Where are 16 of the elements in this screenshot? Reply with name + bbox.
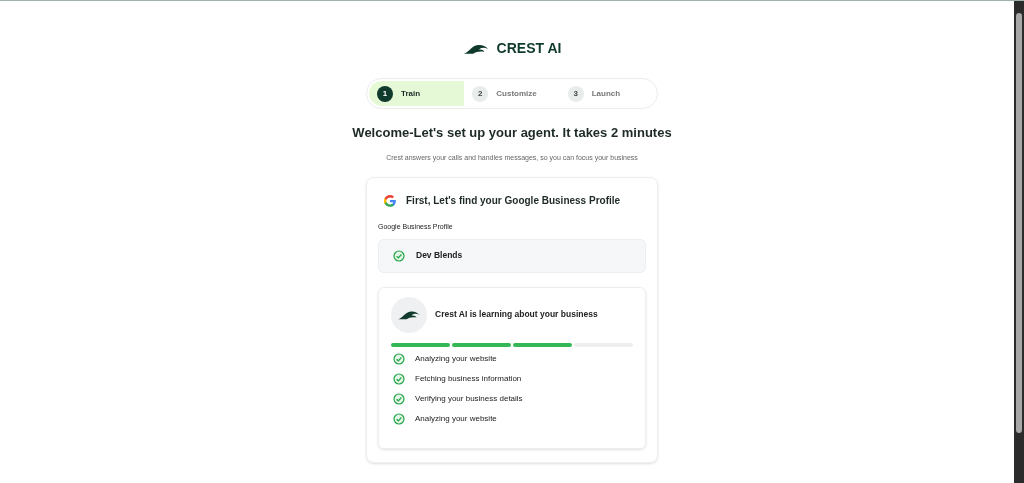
card-title: First, Let's find your Google Business Profile bbox=[406, 194, 621, 208]
wave-logo-icon bbox=[462, 42, 489, 55]
brand-name: CREST AI bbox=[496, 39, 562, 58]
google-icon bbox=[383, 193, 397, 208]
step-tab[interactable]: 3 Launch bbox=[559, 81, 655, 106]
profile-field[interactable]: Dev Blends bbox=[378, 238, 646, 273]
scrollbar[interactable] bbox=[1014, 1, 1024, 483]
learning-title: Crest AI is learning about your business bbox=[435, 308, 598, 321]
step-tab[interactable]: 1 Train bbox=[369, 81, 465, 106]
task-label: Verifying your business details bbox=[415, 393, 523, 404]
task-label: Analyzing your website bbox=[415, 413, 497, 424]
task-label: Analyzing your website bbox=[415, 353, 497, 364]
task-label: Fetching business information bbox=[415, 373, 522, 384]
step-tab[interactable]: 2 Customize bbox=[464, 81, 560, 106]
page-heading: Welcome-Let's set up your agent. It takes 2 minutes bbox=[352, 124, 672, 142]
wave-logo-icon bbox=[397, 309, 421, 320]
